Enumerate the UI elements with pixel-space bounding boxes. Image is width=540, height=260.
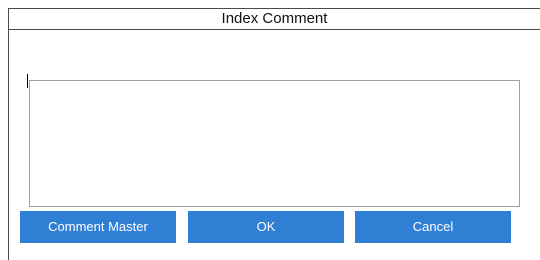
dialog-title: Index Comment <box>9 9 540 30</box>
cancel-button[interactable]: Cancel <box>355 211 511 243</box>
comment-master-button[interactable]: Comment Master <box>20 211 176 243</box>
ok-button[interactable]: OK <box>188 211 344 243</box>
text-cursor <box>27 74 28 88</box>
comment-text-field[interactable] <box>29 80 520 207</box>
